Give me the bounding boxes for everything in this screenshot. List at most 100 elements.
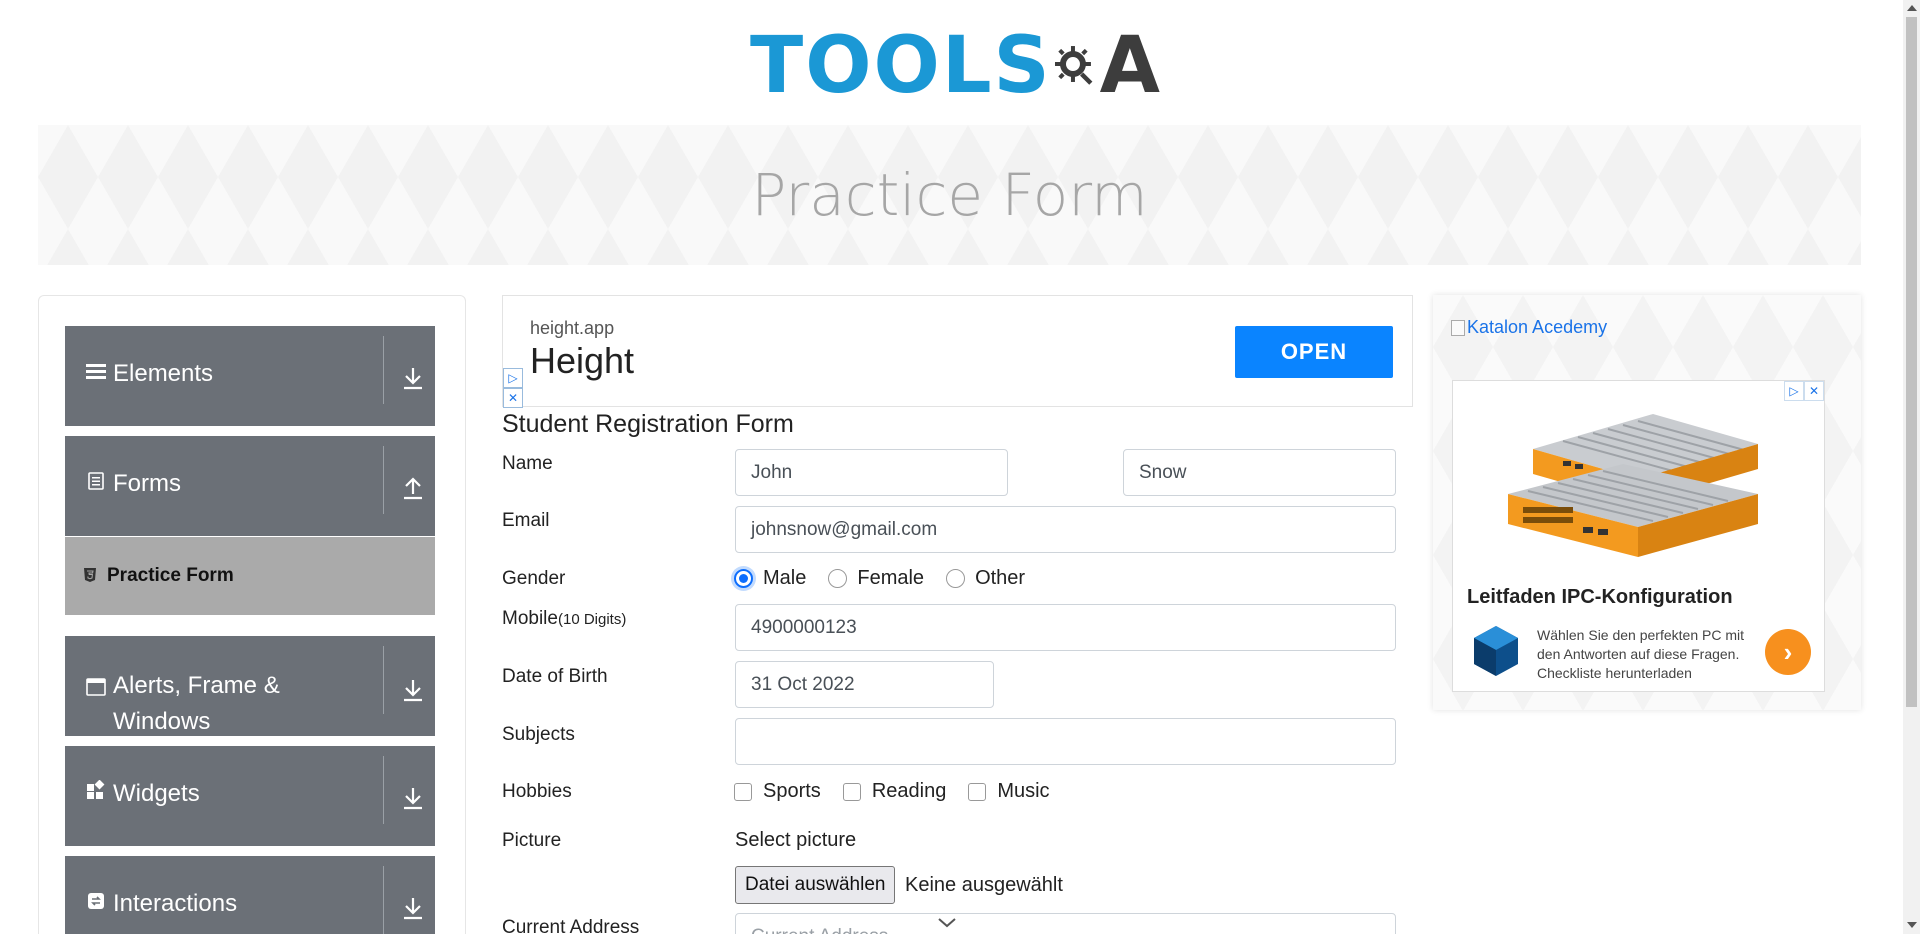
form-title: Student Registration Form	[502, 410, 794, 438]
sidebar-group-label-line2: Windows	[113, 708, 211, 735]
upload-arrow-icon[interactable]	[397, 472, 429, 504]
ad-close-icon[interactable]: ✕	[1804, 381, 1824, 401]
gear-magnifier-icon	[1054, 46, 1093, 85]
select-picture-label: Select picture	[735, 829, 857, 851]
download-arrow-icon[interactable]	[397, 362, 429, 394]
chevron-right-icon[interactable]: ›	[1765, 629, 1811, 675]
checkbox-label: Music	[997, 780, 1050, 802]
logo-qa-text: A	[1099, 21, 1160, 111]
sidebar-group-widgets[interactable]: Widgets	[65, 746, 435, 846]
radio-female[interactable]	[828, 569, 848, 588]
sidebar-item-practice-form[interactable]: Practice Form	[65, 537, 435, 615]
sidebar-group-elements[interactable]: Elements	[65, 326, 435, 426]
chevron-down-icon[interactable]	[937, 917, 957, 929]
radio-label: Other	[975, 567, 1026, 589]
sidebar-group-alerts[interactable]: Alerts, Frame & Windows	[65, 636, 435, 736]
ad-text: Wählen Sie den perfekten PC mit den Antw…	[1537, 627, 1744, 681]
divider	[383, 756, 384, 824]
katalon-academy-link[interactable]: Katalon Acedemy	[1451, 317, 1607, 338]
download-arrow-icon[interactable]	[397, 892, 429, 924]
subjects-label: Subjects	[502, 724, 575, 745]
radio-other[interactable]	[946, 569, 966, 588]
subjects-input[interactable]	[735, 718, 1396, 765]
hamburger-icon	[85, 356, 107, 392]
ad-brand: Height	[530, 340, 635, 381]
date-of-birth-input[interactable]: 31 Oct 2022	[735, 661, 994, 708]
ad-card[interactable]: ▷ ✕ Leitfaden IPC-Konfiguration Wählen S…	[1452, 380, 1825, 692]
ad-badges: ▷ ✕	[503, 368, 523, 408]
gender-radio-group: Male Female Other	[734, 567, 1047, 590]
gender-label: Gender	[502, 568, 566, 589]
scroll-down-arrow-icon[interactable]	[1907, 922, 1917, 928]
radio-label: Female	[857, 567, 925, 589]
sidebar-item-label: Practice Form	[107, 565, 234, 586]
sidebar-group-label: Elements	[113, 360, 214, 387]
hobbies-label: Hobbies	[502, 781, 572, 802]
divider	[383, 336, 384, 404]
katalon-alt-text: Katalon Acedemy	[1467, 317, 1608, 337]
ad-domain: height.app	[530, 318, 615, 338]
last-name-input[interactable]: Snow	[1123, 449, 1396, 496]
dob-label: Date of Birth	[502, 666, 608, 687]
document-icon	[85, 466, 107, 502]
mobile-label-text: Mobile	[502, 608, 558, 629]
download-arrow-icon[interactable]	[397, 782, 429, 814]
industrial-pc-image	[1508, 414, 1758, 557]
email-label: Email	[502, 510, 550, 531]
checkbox-sports[interactable]	[734, 782, 752, 801]
checkbox-reading[interactable]	[842, 782, 861, 801]
ad-choices-icon[interactable]: ▷	[1784, 381, 1804, 401]
checkbox-label: Sports	[763, 780, 821, 802]
mobile-input[interactable]: 4900000123	[735, 604, 1396, 651]
sidebar-group-forms[interactable]: Forms	[65, 436, 435, 536]
choose-file-button[interactable]: Datei auswählen	[735, 866, 896, 904]
sidebar-group-label: Widgets	[113, 780, 200, 807]
interactions-icon	[85, 886, 107, 922]
hobby-option-sports[interactable]: Sports	[734, 780, 821, 803]
checkbox-label: Reading	[871, 780, 947, 802]
file-status: Keine ausgewählt	[905, 874, 1063, 896]
html5-icon	[83, 567, 97, 586]
gender-option-female[interactable]: Female	[828, 567, 924, 590]
ad-open-button[interactable]: OPEN	[1235, 326, 1393, 378]
radio-male[interactable]	[734, 569, 753, 588]
mobile-label: Mobile(10 Digits)	[502, 608, 626, 630]
gender-option-other[interactable]: Other	[946, 567, 1025, 590]
radio-label: Male	[763, 567, 807, 589]
download-arrow-icon[interactable]	[397, 674, 429, 706]
page-scrollbar[interactable]	[1903, 0, 1920, 934]
ad-badges: ▷ ✕	[1784, 381, 1824, 401]
hobby-option-reading[interactable]: Reading	[842, 780, 947, 803]
ad-close-icon[interactable]: ✕	[503, 388, 523, 408]
sidebar-group-label: Interactions	[113, 890, 238, 917]
hobbies-checkbox-group: Sports Reading Music	[734, 780, 1072, 803]
scroll-up-arrow-icon[interactable]	[1907, 5, 1917, 11]
sidebar: Elements Forms Practice Form Alerts, Fra…	[38, 295, 466, 934]
address-label: Current Address	[502, 917, 640, 934]
gender-option-male[interactable]: Male	[734, 567, 806, 590]
email-input[interactable]: johnsnow@gmail.com	[735, 506, 1396, 553]
toolsqa-logo[interactable]: TOOLS A	[750, 18, 1160, 114]
picture-label: Picture	[502, 830, 562, 851]
ad-sidebar-right[interactable]: Katalon Acedemy ▷ ✕ Leitfaden IPC-Konfig…	[1433, 295, 1861, 710]
current-address-textarea[interactable]: Current Address	[735, 913, 1396, 934]
scrollbar-thumb[interactable]	[1906, 17, 1917, 707]
hobby-option-music[interactable]: Music	[968, 780, 1050, 803]
widgets-icon	[85, 776, 107, 812]
first-name-input[interactable]: John	[735, 449, 1008, 496]
sidebar-group-label: Alerts, Frame &	[113, 672, 280, 699]
page-banner: Practice Form	[38, 125, 1861, 265]
divider	[383, 446, 384, 514]
ad-choices-icon[interactable]: ▷	[503, 368, 523, 388]
logo-tools-text: TOOLS	[750, 21, 1052, 111]
checkbox-music[interactable]	[968, 782, 987, 801]
sidebar-group-interactions[interactable]: Interactions	[65, 856, 435, 934]
name-label: Name	[502, 453, 553, 474]
sidebar-group-label: Forms	[113, 470, 181, 497]
ad-banner-top[interactable]: height.app Height OPEN ▷ ✕	[502, 295, 1413, 408]
divider	[383, 866, 384, 934]
ipc-brand-logo-icon	[1474, 626, 1518, 676]
window-icon	[85, 672, 107, 708]
divider	[383, 646, 384, 714]
broken-image-icon	[1451, 319, 1465, 336]
